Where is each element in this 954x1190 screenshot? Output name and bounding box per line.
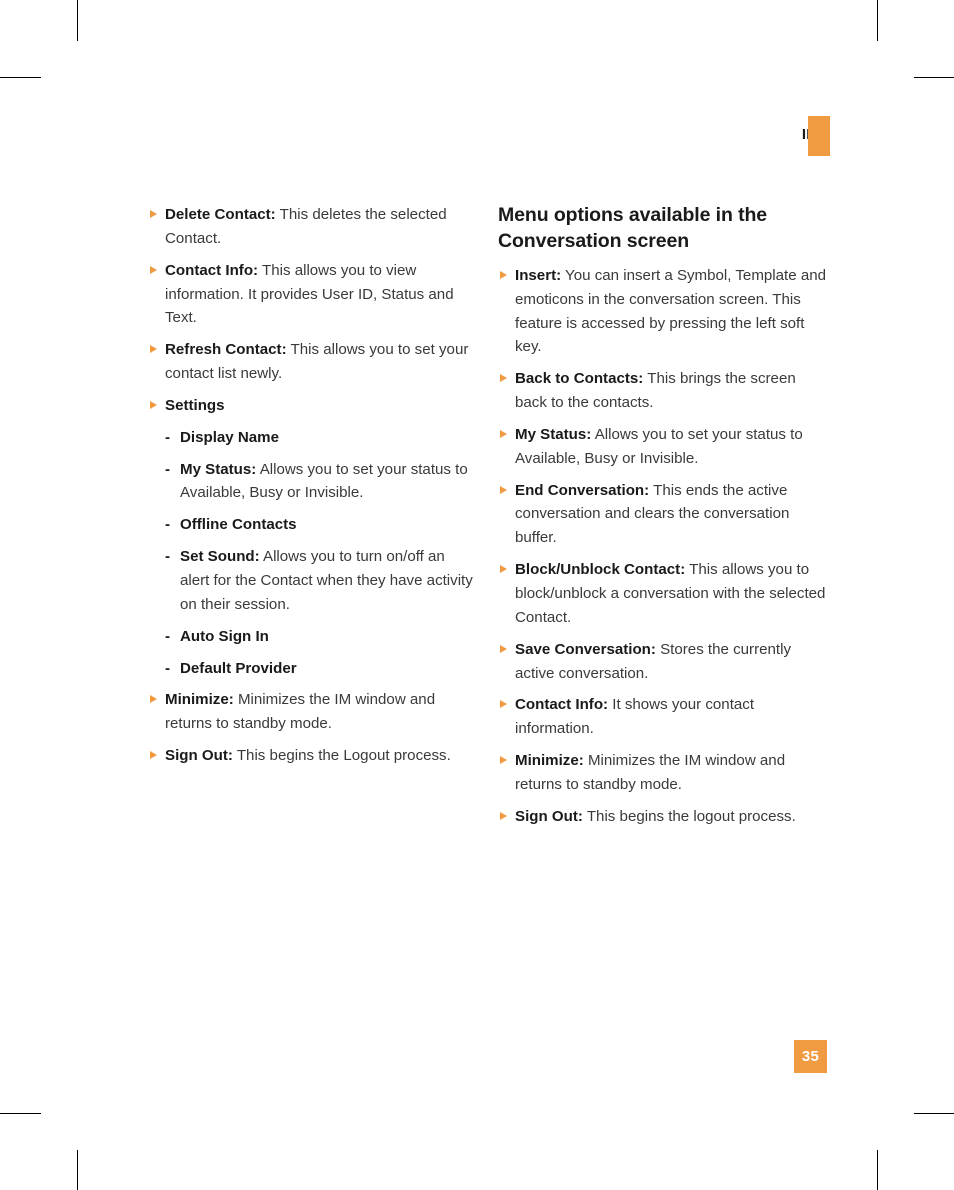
item-label: Sign Out: — [515, 807, 583, 825]
right-column-list: Insert: You can insert a Symbol, Templat… — [498, 264, 830, 829]
item-description: You can insert a Symbol, Template and em… — [515, 266, 827, 356]
section-thumb-tab — [808, 116, 830, 156]
left-column-list: Delete Contact: This deletes the selecte… — [148, 203, 478, 768]
list-item: My Status: Allows you to set your status… — [498, 423, 830, 471]
triangle-bullet-icon — [500, 429, 507, 438]
crop-mark-top-left-vertical — [77, 0, 78, 41]
list-item: - Set Sound: Allows you to turn on/off an… — [148, 545, 478, 617]
item-label: Insert: — [515, 266, 562, 284]
right-column: Menu options available in the Conversati… — [498, 203, 830, 837]
list-item: Contact Info: It shows your contact info… — [498, 693, 830, 741]
item-label: Set Sound: — [180, 548, 260, 566]
item-label: End Conversation: — [515, 481, 650, 499]
list-item: Insert: You can insert a Symbol, Templat… — [498, 264, 830, 359]
list-item: - Auto Sign In — [148, 625, 478, 649]
item-label: My Status: — [515, 425, 592, 443]
section-heading: Menu options available in the Conversati… — [498, 204, 768, 252]
crop-mark-top-left-horizontal — [0, 77, 41, 78]
dash-bullet-icon: - — [165, 460, 171, 478]
list-item: - Display Name — [148, 426, 478, 450]
dash-bullet-icon: - — [165, 516, 171, 534]
triangle-bullet-icon — [500, 374, 507, 383]
crop-mark-bottom-left-horizontal — [0, 1113, 41, 1114]
triangle-bullet-icon — [500, 756, 507, 765]
triangle-bullet-icon — [150, 400, 157, 409]
triangle-bullet-icon — [150, 265, 157, 274]
list-item: Save Conversation: Stores the currently … — [498, 638, 830, 686]
list-item: End Conversation: This ends the active c… — [498, 479, 830, 551]
item-label: Contact Info: — [515, 696, 609, 714]
list-item: - Offline Contacts — [148, 513, 478, 537]
page-number-badge: 35 — [794, 1040, 827, 1073]
list-item: Back to Contacts: This brings the screen… — [498, 367, 830, 415]
list-item: Settings — [148, 394, 478, 418]
dash-bullet-icon: - — [165, 659, 171, 677]
crop-mark-bottom-right-vertical — [877, 1150, 878, 1190]
list-item: Sign Out: This begins the logout process… — [498, 805, 830, 829]
triangle-bullet-icon — [150, 695, 157, 704]
item-description: This begins the Logout process. — [232, 747, 451, 765]
item-label: Back to Contacts: — [515, 370, 644, 388]
item-label: Settings — [165, 396, 225, 414]
crop-mark-bottom-left-vertical — [77, 1150, 78, 1190]
list-item: Minimize: Minimizes the IM window and re… — [498, 749, 830, 797]
dash-bullet-icon: - — [165, 627, 171, 645]
item-label: Minimize: — [515, 752, 584, 770]
list-item: Minimize: Minimizes the IM window and re… — [148, 688, 478, 736]
item-label: Auto Sign In — [180, 627, 269, 645]
triangle-bullet-icon — [150, 345, 157, 354]
list-item: - Default Provider — [148, 657, 478, 681]
dash-bullet-icon: - — [165, 548, 171, 566]
triangle-bullet-icon — [150, 751, 157, 760]
item-description: This begins the logout process. — [582, 807, 796, 825]
item-label: Contact Info: — [165, 261, 259, 279]
item-label: Delete Contact: — [165, 206, 276, 223]
triangle-bullet-icon — [500, 811, 507, 820]
crop-mark-bottom-right-horizontal — [914, 1113, 954, 1114]
triangle-bullet-icon — [500, 485, 507, 494]
item-label: Offline Contacts — [180, 516, 297, 534]
item-label: Minimize: — [165, 691, 234, 709]
item-label: Refresh Contact: — [165, 341, 287, 359]
item-label: Sign Out: — [165, 747, 233, 765]
list-item: Block/Unblock Contact: This allows you t… — [498, 558, 830, 630]
triangle-bullet-icon — [500, 644, 507, 653]
item-label: Block/Unblock Contact: — [515, 561, 686, 579]
dash-bullet-icon: - — [165, 428, 171, 446]
item-label: Display Name — [180, 428, 279, 446]
item-label: My Status: — [180, 460, 257, 478]
crop-mark-top-right-horizontal — [914, 77, 954, 78]
triangle-bullet-icon — [500, 270, 507, 279]
triangle-bullet-icon — [150, 210, 157, 218]
list-item: - My Status: Allows you to set your statu… — [148, 458, 478, 506]
crop-mark-top-right-vertical — [877, 0, 878, 41]
triangle-bullet-icon — [500, 700, 507, 709]
list-item: Contact Info: This allows you to view in… — [148, 259, 478, 331]
triangle-bullet-icon — [500, 565, 507, 574]
list-item: Refresh Contact: This allows you to set … — [148, 338, 478, 386]
left-column: Delete Contact: This deletes the selecte… — [148, 203, 478, 776]
list-item: Sign Out: This begins the Logout process… — [148, 744, 478, 768]
item-label: Save Conversation: — [515, 640, 656, 658]
item-label: Default Provider — [180, 659, 297, 677]
list-item: Delete Contact: This deletes the selecte… — [148, 203, 478, 251]
